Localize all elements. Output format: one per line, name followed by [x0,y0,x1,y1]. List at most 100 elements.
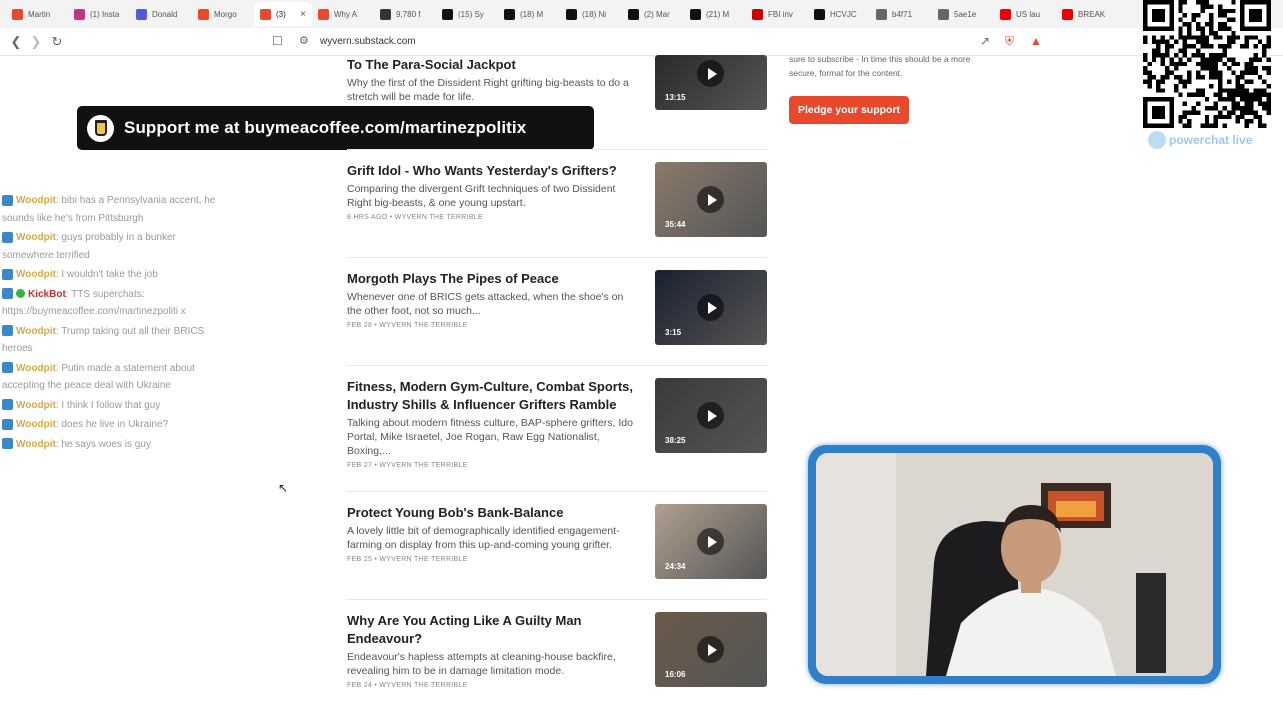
post-divider [347,149,767,150]
url-field[interactable]: wyvern.substack.com [320,36,416,47]
post-title[interactable]: Why Are You Acting Like A Guilty Man End… [347,612,642,648]
post-description: Why the first of the Dissident Right gri… [347,77,629,103]
play-icon[interactable] [697,636,724,663]
browser-tab[interactable]: 5ae1e [932,2,994,26]
browser-tab[interactable]: 9,780 f [374,2,436,26]
browser-tab[interactable]: (21) M [684,2,746,26]
tab-label: FBI inv [768,9,793,19]
bookmark-icon[interactable]: ☐ [272,34,283,48]
tab-favicon-icon [198,8,209,20]
chat-text: : I wouldn't take the job [55,269,158,280]
browser-tab[interactable]: (18) M [498,2,560,26]
browser-tab[interactable]: (15) Sy [436,2,498,26]
kick-badge-icon [2,399,13,411]
pledge-support-button[interactable]: Pledge your support [789,96,909,124]
browser-tab[interactable]: Donald [130,2,192,26]
post-description: A lovely little bit of demographically i… [347,525,620,551]
tab-label: b4f71 [892,9,913,19]
tab-label: HCVJC [830,9,857,19]
mouse-cursor-icon: ↖ [278,481,289,495]
tab-label: (1) Insta [90,9,120,19]
browser-tab[interactable]: BREAK [1056,2,1118,26]
video-duration: 13:15 [665,93,686,102]
browser-tab[interactable]: Morgo [192,2,254,26]
powerchat-logo: powerchat live [1148,131,1252,149]
tab-label: (2) Mar [644,9,670,19]
powerchat-label: powerchat live [1169,133,1253,147]
tab-label: Donald [152,9,178,19]
browser-tab[interactable]: FBI inv [746,2,808,26]
tab-favicon-icon [12,8,23,20]
browser-tab[interactable]: Why A [312,2,374,26]
post-title[interactable]: Protect Young Bob's Bank-Balance [347,504,642,522]
post-title[interactable]: Grift Idol - Who Wants Yesterday's Grift… [347,162,642,180]
browser-tab[interactable]: HCVJC [808,2,870,26]
chat-username: Woodpit [16,195,56,206]
browser-tab[interactable]: (2) Mar [622,2,684,26]
forward-icon[interactable]: ❯ [26,32,46,52]
tab-favicon-icon [752,8,763,20]
play-icon[interactable] [697,528,724,555]
chat-overlay: Woodpit: bibi has a Pennsylvania accent,… [2,192,222,455]
webcam-overlay [808,445,1221,684]
video-duration: 38:25 [665,436,686,445]
brave-shield-icon[interactable]: ⛨ [1005,34,1014,49]
reload-icon[interactable]: ↻ [47,32,67,52]
chat-text: : does he live in Ukraine? [55,419,169,430]
tab-favicon-icon [74,8,85,20]
tab-favicon-icon [1062,8,1073,20]
tab-favicon-icon [442,8,453,20]
chat-message: Woodpit: Putin made a statement about ac… [2,360,222,395]
chat-username: KickBot [28,288,66,300]
post-divider [347,491,767,492]
video-duration: 16:06 [665,670,686,679]
back-icon[interactable]: ❮ [6,32,26,52]
play-icon[interactable] [697,186,724,213]
video-thumbnail[interactable]: 24:34 [655,504,767,579]
chat-message: Woodpit: bibi has a Pennsylvania accent,… [2,192,222,227]
video-thumbnail[interactable]: 16:06 [655,612,767,687]
coffee-cup-icon [87,114,114,142]
share-icon[interactable]: ↗ [980,34,990,48]
tab-favicon-icon [938,8,949,20]
tab-label: 9,780 f [396,9,421,19]
tab-favicon-icon [566,8,577,20]
video-thumbnail[interactable]: 13:15 [655,55,767,110]
webcam-feed [816,453,1213,676]
post-divider [347,365,767,366]
video-thumbnail[interactable]: 38:25 [655,378,767,453]
powerchat-icon [1148,131,1166,149]
browser-tab[interactable]: (18) Ni [560,2,622,26]
chat-text: : he says woes is guy [55,438,151,450]
bot-badge-icon [16,289,25,299]
kick-badge-icon [2,325,13,337]
video-thumbnail[interactable]: 35:44 [655,162,767,237]
post-title[interactable]: Morgoth Plays The Pipes of Peace [347,270,642,288]
browser-tab[interactable]: US lau [994,2,1056,26]
browser-tab[interactable]: (1) Insta [68,2,130,26]
chat-username: Woodpit [16,232,56,243]
tab-label: (18) M [520,9,544,19]
video-duration: 35:44 [665,220,686,229]
tab-close-icon[interactable]: × [300,9,306,20]
chat-message: KickBot: TTS superchats: https://buymeac… [2,286,222,321]
tab-favicon-icon [814,8,825,20]
post-title[interactable]: Fitness, Modern Gym-Culture, Combat Spor… [347,378,642,414]
browser-tab[interactable]: b4f71 [870,2,932,26]
browser-tab[interactable]: (3) × [254,2,312,26]
post-description: Comparing the divergent Grift techniques… [347,183,616,209]
tab-favicon-icon [628,8,639,20]
chat-message: Woodpit: he says woes is guy [2,436,222,454]
play-icon[interactable] [697,294,724,321]
post-title[interactable]: To The Para-Social Jackpot [347,56,642,74]
brave-rewards-icon[interactable]: ▲ [1030,34,1042,48]
site-info-icon[interactable]: ⚙ [299,34,309,47]
chat-username: Woodpit [16,419,56,430]
browser-tab[interactable]: Martin [6,2,68,26]
video-thumbnail[interactable]: 3:15 [655,270,767,345]
play-icon[interactable] [697,60,724,87]
play-icon[interactable] [697,402,724,429]
tab-label: Martin [28,9,51,19]
kick-badge-icon [2,362,13,374]
video-duration: 24:34 [665,562,686,571]
